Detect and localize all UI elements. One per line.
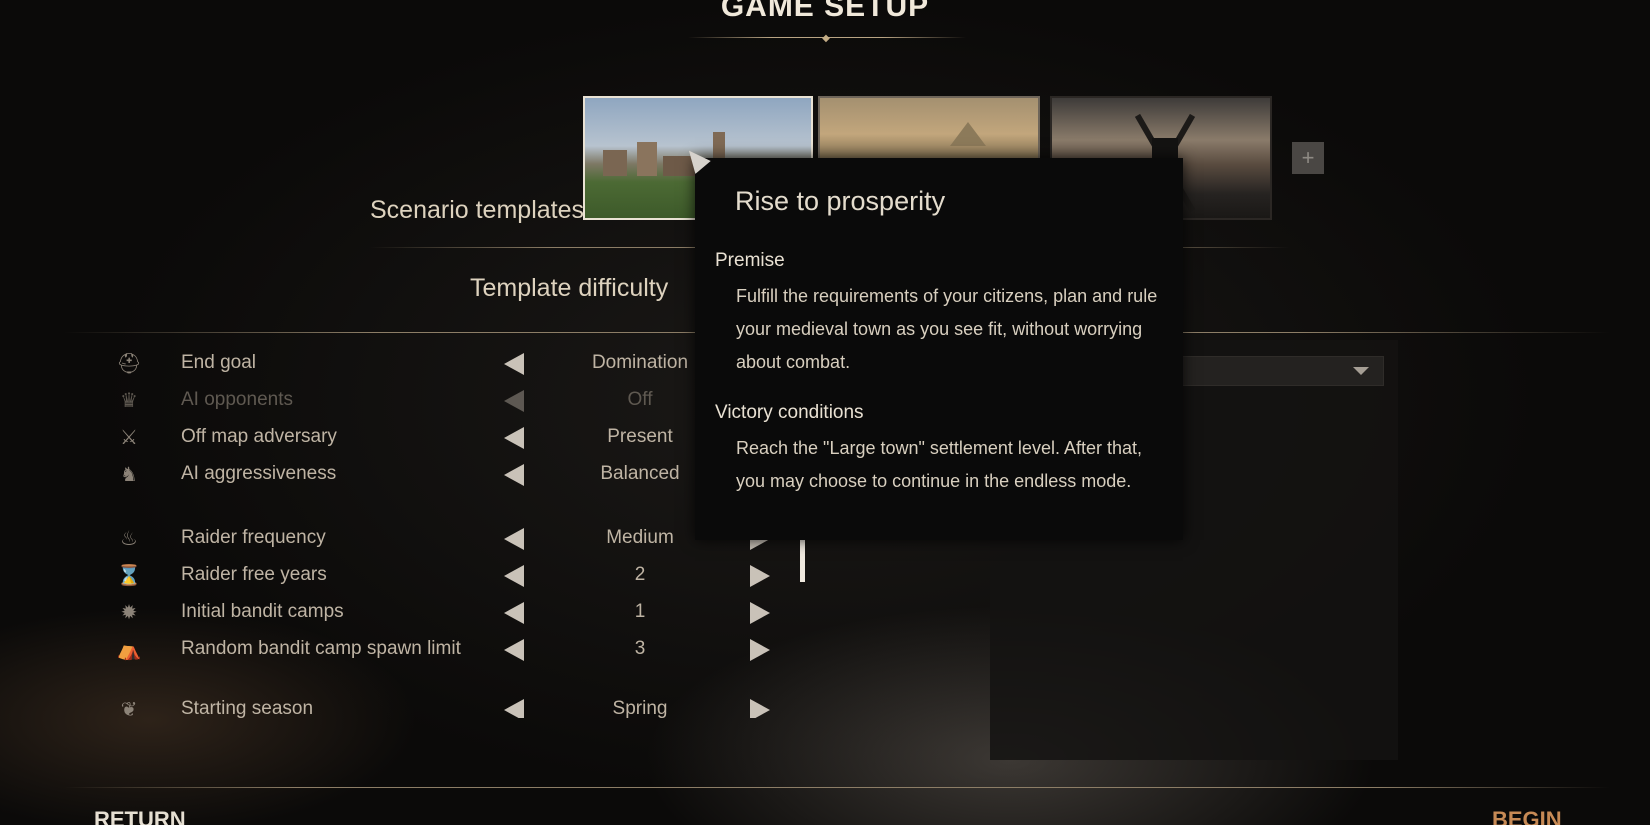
previous-arrow-button[interactable] bbox=[504, 639, 524, 661]
game-setup-screen: GAME SETUP ◆ + Scenario templates Templa… bbox=[0, 0, 1650, 825]
previous-arrow-button[interactable] bbox=[504, 353, 524, 375]
previous-arrow-button[interactable] bbox=[504, 565, 524, 587]
settings-scrollbar[interactable] bbox=[800, 534, 805, 582]
begin-button[interactable]: BEGIN bbox=[1492, 807, 1562, 825]
setting-label: Starting season bbox=[181, 698, 314, 718]
campfire-icon: ✹ bbox=[120, 602, 138, 624]
setting-label: Raider frequency bbox=[181, 527, 326, 548]
setting-row-raider-free-years: ⌛ Raider free years 2 bbox=[110, 561, 800, 591]
victory-conditions-text: Reach the "Large town" settlement level.… bbox=[736, 438, 1143, 491]
scenario-tooltip: Rise to prosperity Premise Fulfill the r… bbox=[695, 158, 1183, 540]
previous-arrow-button[interactable] bbox=[504, 427, 524, 449]
setting-row-random-bandit-camp-spawn-limit: ⛺ Random bandit camp spawn limit 3 bbox=[110, 635, 800, 665]
setting-label: Off map adversary bbox=[181, 426, 337, 447]
next-arrow-button[interactable] bbox=[750, 565, 770, 587]
diamond-ornament-icon: ◆ bbox=[822, 33, 830, 44]
page-title: GAME SETUP bbox=[720, 0, 930, 23]
scenario-templates-label: Scenario templates bbox=[370, 196, 585, 224]
tent-icon: ⛺ bbox=[116, 639, 142, 661]
premise-heading: Premise bbox=[715, 250, 785, 271]
previous-arrow-button bbox=[504, 390, 524, 412]
setting-label: Raider free years bbox=[181, 564, 327, 585]
chevron-down-icon bbox=[1353, 367, 1369, 375]
footer-divider bbox=[64, 787, 1610, 788]
hourglass-icon: ⌛ bbox=[116, 565, 142, 587]
setting-value: 2 bbox=[634, 564, 646, 585]
previous-arrow-button[interactable] bbox=[504, 602, 524, 624]
setting-row-initial-bandit-camps: ✹ Initial bandit camps 1 bbox=[110, 598, 800, 628]
knight-icon: ♞ bbox=[120, 464, 138, 486]
previous-arrow-button[interactable] bbox=[504, 528, 524, 550]
settings-clip-area: ❦ Starting season Spring bbox=[110, 690, 810, 718]
next-arrow-button[interactable] bbox=[750, 699, 770, 718]
premise-text: Fulfill the requirements of your citizen… bbox=[736, 286, 1158, 372]
setting-label: AI aggressiveness bbox=[181, 463, 337, 484]
tooltip-title: Rise to prosperity bbox=[735, 186, 946, 216]
setting-value: Spring bbox=[612, 698, 668, 718]
title-ornament: ◆ bbox=[688, 34, 966, 44]
setting-value: 1 bbox=[634, 601, 646, 622]
setting-label: AI opponents bbox=[181, 389, 293, 410]
crown-icon: ♛ bbox=[120, 390, 138, 412]
next-arrow-button[interactable] bbox=[750, 602, 770, 624]
setting-row-starting-season: ❦ Starting season Spring bbox=[110, 695, 800, 718]
previous-arrow-button[interactable] bbox=[504, 464, 524, 486]
crossed-swords-icon: ⚔ bbox=[120, 427, 138, 449]
season-icon: ❦ bbox=[120, 699, 138, 718]
flame-icon: ♨ bbox=[120, 528, 138, 550]
setting-label: Random bandit camp spawn limit bbox=[181, 638, 461, 659]
setting-label: End goal bbox=[181, 352, 257, 373]
add-scenario-button[interactable]: + bbox=[1292, 142, 1324, 174]
setting-label: Initial bandit camps bbox=[181, 601, 344, 622]
next-arrow-button[interactable] bbox=[750, 639, 770, 661]
return-button[interactable]: RETURN bbox=[94, 807, 186, 825]
helmet-icon: ⛑ bbox=[116, 353, 142, 375]
victory-conditions-heading: Victory conditions bbox=[715, 402, 864, 423]
setting-value: 3 bbox=[634, 638, 646, 659]
template-difficulty-label: Template difficulty bbox=[470, 274, 669, 302]
previous-arrow-button[interactable] bbox=[504, 699, 524, 718]
